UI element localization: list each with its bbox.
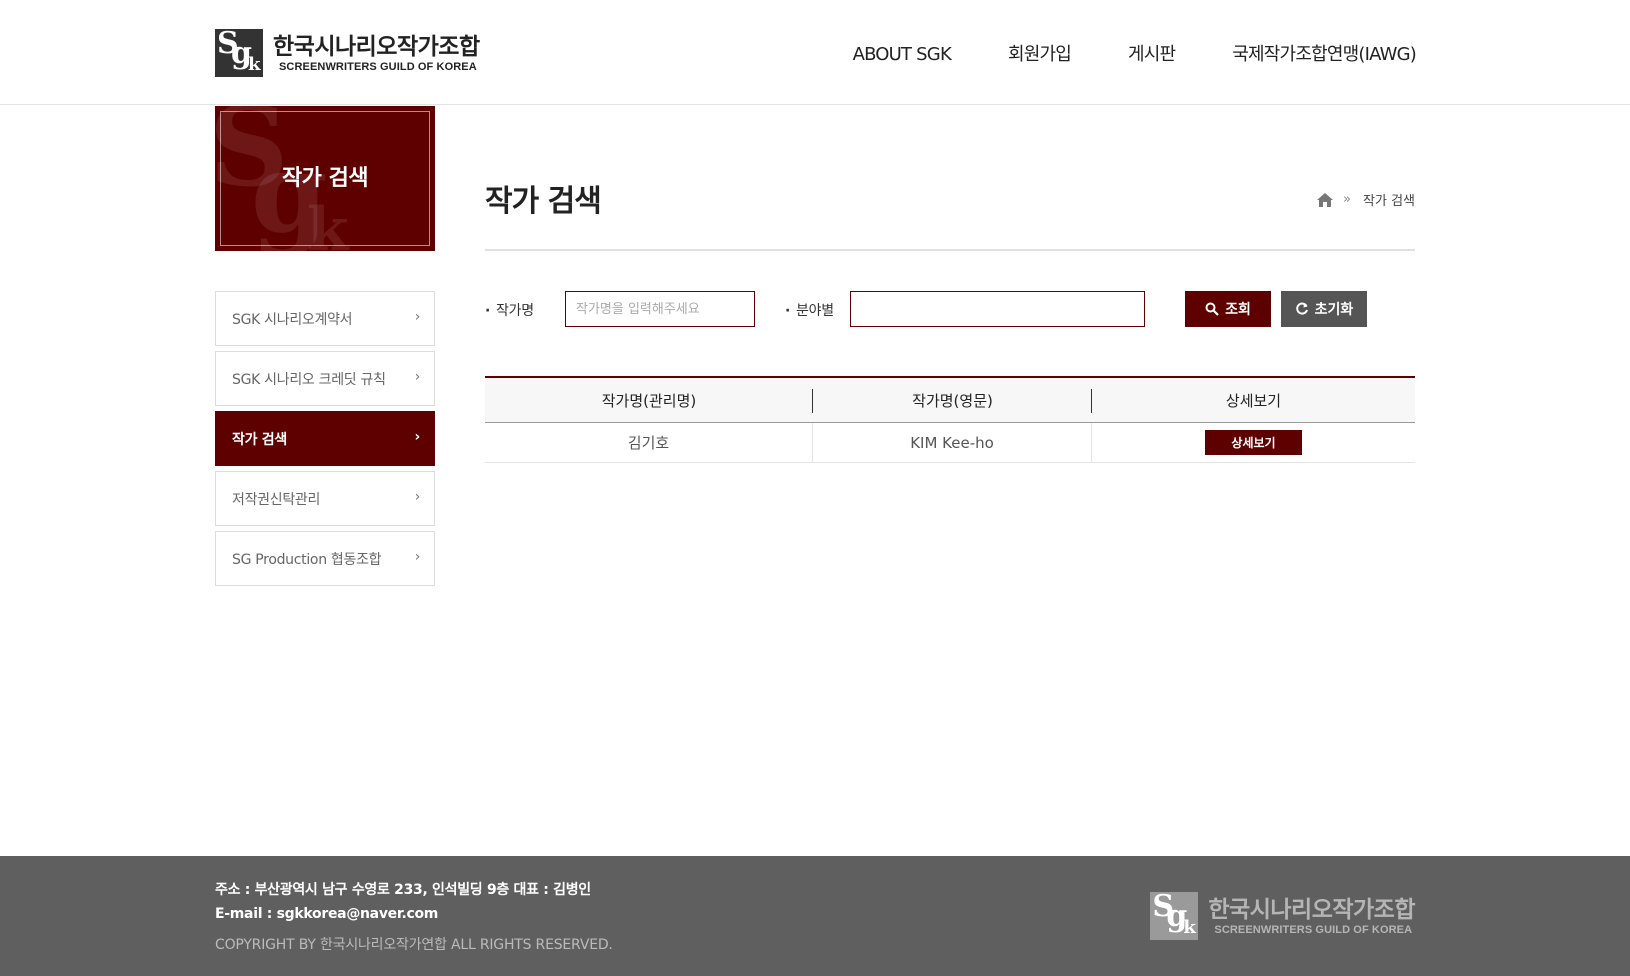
- column-header-name-en: 작가명(영문): [813, 378, 1092, 422]
- writer-name-input[interactable]: [565, 291, 755, 327]
- page: S g k 한국시나리오작가조합 SCREENWRITERS GUILD OF …: [0, 0, 1630, 976]
- sidebar-item-label: 작가 검색: [232, 431, 287, 448]
- table-row: 김기호 KIM Kee-ho 상세보기: [485, 423, 1415, 463]
- table-header: 작가명(관리명) 작가명(영문) 상세보기: [485, 378, 1415, 423]
- writer-name-label: 작가명: [485, 300, 534, 320]
- sgk-logo-icon: S g k: [215, 29, 263, 77]
- site-logo[interactable]: S g k 한국시나리오작가조합 SCREENWRITERS GUILD OF …: [215, 28, 480, 78]
- column-header-name-ko: 작가명(관리명): [485, 378, 813, 422]
- nav-item-join[interactable]: 회원가입: [1008, 40, 1072, 70]
- search-button-label: 조회: [1225, 302, 1251, 318]
- chevron-right-icon: ›: [414, 549, 421, 565]
- sidebar-visual-title: 작가 검색: [281, 166, 369, 191]
- breadcrumb-separator: »: [1343, 192, 1352, 207]
- chevron-right-icon: ›: [414, 489, 421, 505]
- title-divider: [485, 249, 1415, 251]
- sidebar-item-sg-production[interactable]: SG Production 협동조합 ›: [215, 531, 435, 586]
- sidebar-item-label: SGK 시나리오 크레딧 규칙: [232, 371, 386, 388]
- header: S g k 한국시나리오작가조합 SCREENWRITERS GUILD OF …: [0, 0, 1630, 105]
- sidebar-item-copyright[interactable]: 저작권신탁관리 ›: [215, 471, 435, 526]
- home-icon[interactable]: [1317, 192, 1334, 207]
- page-title: 작가 검색: [485, 184, 602, 219]
- logo-name-ko: 한국시나리오작가조합: [273, 33, 480, 60]
- footer-email: E-mail : sgkkorea@naver.com: [215, 906, 439, 922]
- sidebar-item-label: SGK 시나리오계약서: [232, 311, 353, 328]
- sidebar-item-contract[interactable]: SGK 시나리오계약서 ›: [215, 291, 435, 346]
- reset-button-label: 초기화: [1314, 302, 1354, 318]
- sidebar-menu: SGK 시나리오계약서 › SGK 시나리오 크레딧 규칙 › 작가 검색 › …: [215, 291, 435, 591]
- nav-item-about[interactable]: ABOUT SGK: [853, 40, 952, 70]
- breadcrumb-current: 작가 검색: [1363, 194, 1415, 209]
- sgk-logo-icon: S g k: [1150, 892, 1199, 940]
- writer-table: 작가명(관리명) 작가명(영문) 상세보기 김기호 KIM Kee-ho 상세보…: [485, 376, 1415, 463]
- main-nav: ABOUT SGK 회원가입 게시판 국제작가조합연맹(IAWG): [853, 40, 1417, 70]
- search-button[interactable]: 조회: [1185, 291, 1271, 327]
- footer-info: 주소 : 부산광역시 남구 수영로 233, 인석빌딩 9층 대표 : 김병인 …: [215, 878, 591, 926]
- cell-detail: 상세보기: [1092, 423, 1415, 462]
- field-input[interactable]: [850, 291, 1145, 327]
- refresh-icon: [1295, 302, 1308, 315]
- chevron-right-icon: ›: [414, 309, 421, 325]
- chevron-right-icon: ›: [414, 429, 421, 445]
- reset-button[interactable]: 초기화: [1281, 291, 1367, 327]
- footer-logo: S g k 한국시나리오작가조합 SCREENWRITERS GUILD OF …: [1150, 892, 1415, 940]
- cell-name-en: KIM Kee-ho: [813, 423, 1092, 462]
- nav-item-board[interactable]: 게시판: [1128, 40, 1176, 70]
- footer-logo-text: 한국시나리오작가조합 SCREENWRITERS GUILD OF KOREA: [1208, 897, 1415, 936]
- logo-text: 한국시나리오작가조합 SCREENWRITERS GUILD OF KOREA: [273, 34, 480, 73]
- sidebar-visual: S g k 작가 검색: [215, 106, 435, 251]
- footer: 주소 : 부산광역시 남구 수영로 233, 인석빌딩 9층 대표 : 김병인 …: [0, 856, 1630, 976]
- footer-logo-name-en: SCREENWRITERS GUILD OF KOREA: [1214, 923, 1413, 936]
- footer-logo-name-ko: 한국시나리오작가조합: [1208, 896, 1415, 923]
- sidebar-item-writer-search[interactable]: 작가 검색 ›: [215, 411, 435, 466]
- logo-name-en: SCREENWRITERS GUILD OF KOREA: [279, 60, 477, 73]
- sidebar-item-label: SG Production 협동조합: [232, 551, 382, 568]
- footer-copyright: COPYRIGHT BY 한국시나리오작가연합 ALL RIGHTS RESER…: [215, 937, 613, 953]
- search-form: 작가명 분야별 조회 초기화: [485, 291, 1415, 327]
- footer-address: 주소 : 부산광역시 남구 수영로 233, 인석빌딩 9층 대표 : 김병인: [215, 882, 591, 898]
- column-header-detail: 상세보기: [1225, 391, 1282, 410]
- search-icon: [1205, 302, 1219, 316]
- chevron-right-icon: ›: [414, 369, 421, 385]
- cell-name-ko: 김기호: [485, 423, 813, 462]
- sidebar-item-label: 저작권신탁관리: [232, 491, 321, 508]
- nav-item-iawg[interactable]: 국제작가조합연맹(IAWG): [1232, 40, 1417, 70]
- field-label: 분야별: [785, 300, 834, 320]
- breadcrumb: » 작가 검색: [1317, 190, 1415, 209]
- sidebar-item-credit-rules[interactable]: SGK 시나리오 크레딧 규칙 ›: [215, 351, 435, 406]
- detail-button[interactable]: 상세보기: [1205, 430, 1302, 455]
